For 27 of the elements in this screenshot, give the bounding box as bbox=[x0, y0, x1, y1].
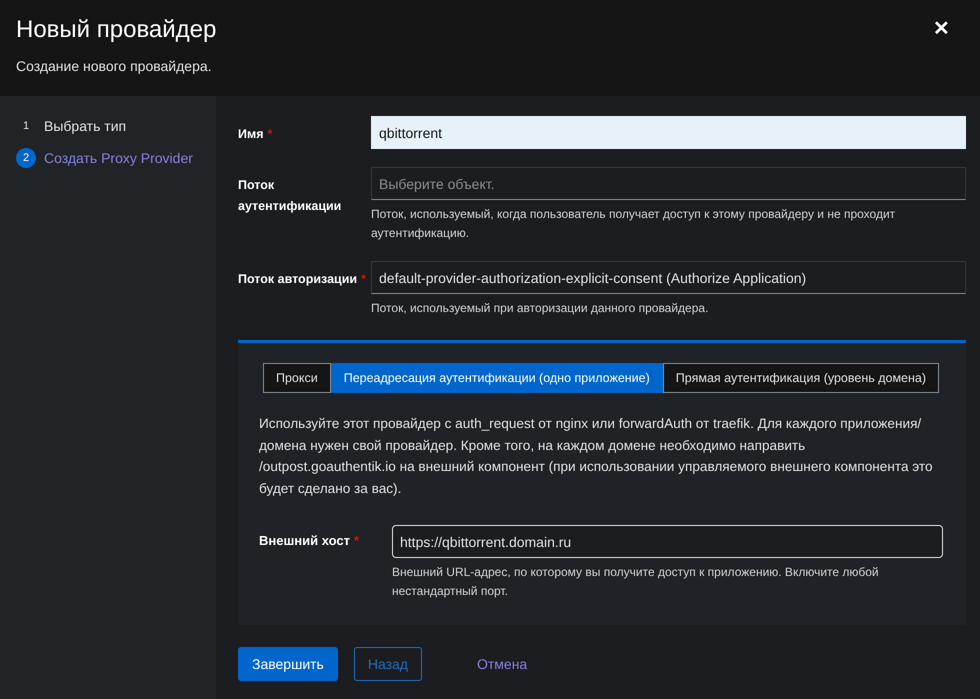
required-mark: * bbox=[354, 533, 360, 548]
field-label: Поток аутентификации bbox=[238, 178, 342, 213]
finish-button[interactable]: Завершить bbox=[238, 647, 338, 681]
required-mark: * bbox=[361, 272, 366, 286]
dialog-title: Новый провайдер bbox=[16, 16, 216, 44]
required-mark: * bbox=[268, 127, 272, 141]
wizard-step[interactable]: Создать Proxy Provider bbox=[44, 150, 193, 166]
step-number: 2 bbox=[16, 148, 36, 168]
field-label: Имя bbox=[238, 127, 264, 141]
dialog-subtitle: Создание нового провайдера. bbox=[16, 58, 213, 74]
field-label: Поток авторизации bbox=[238, 272, 358, 286]
field-label: Внешний хост bbox=[259, 533, 350, 548]
input-field[interactable]: default-provider-authorization-explicit-consent (Authorize Application) bbox=[371, 261, 966, 294]
helper-text: Поток, используемый, когда пользователь получает доступ к этому провайдеру и не проходит аутентификацию. bbox=[371, 206, 896, 242]
tab[interactable]: Прямая аутентификация (уровень домена) bbox=[662, 363, 940, 393]
input-field[interactable]: qbittorrent bbox=[371, 116, 966, 149]
helper-text: Поток, используемый при авторизации данного провайдера. bbox=[371, 300, 710, 317]
input-field[interactable]: Выберите объект. bbox=[371, 167, 966, 200]
input-field[interactable]: https://qbittorrent.domain.ru bbox=[392, 525, 943, 558]
cancel-link[interactable]: Отмена bbox=[464, 648, 540, 680]
tab[interactable]: Переадресация аутентификации (одно приложение) bbox=[330, 363, 663, 393]
helper-text: Внешний URL-адрес, по которому вы получите доступ к приложению. Включите любой нестандартный порт. bbox=[392, 564, 880, 600]
step-number: 1 bbox=[22, 119, 30, 134]
description-text: Используйте этот провайдер с auth_request от nginx или forwardAuth от traefik. Для каждого приложения/домена нужен свой провайдер. Кроме того, на каждом домене необходимо направить /outpost.goauthentik.io на внешний компонент (при использовании управляемого внешнего компонента это будет сделано за вас). bbox=[259, 415, 934, 498]
close-button[interactable]: ✕ bbox=[933, 16, 950, 41]
tab[interactable]: Прокси bbox=[262, 363, 331, 393]
wizard-step[interactable]: Выбрать тип bbox=[44, 118, 126, 134]
